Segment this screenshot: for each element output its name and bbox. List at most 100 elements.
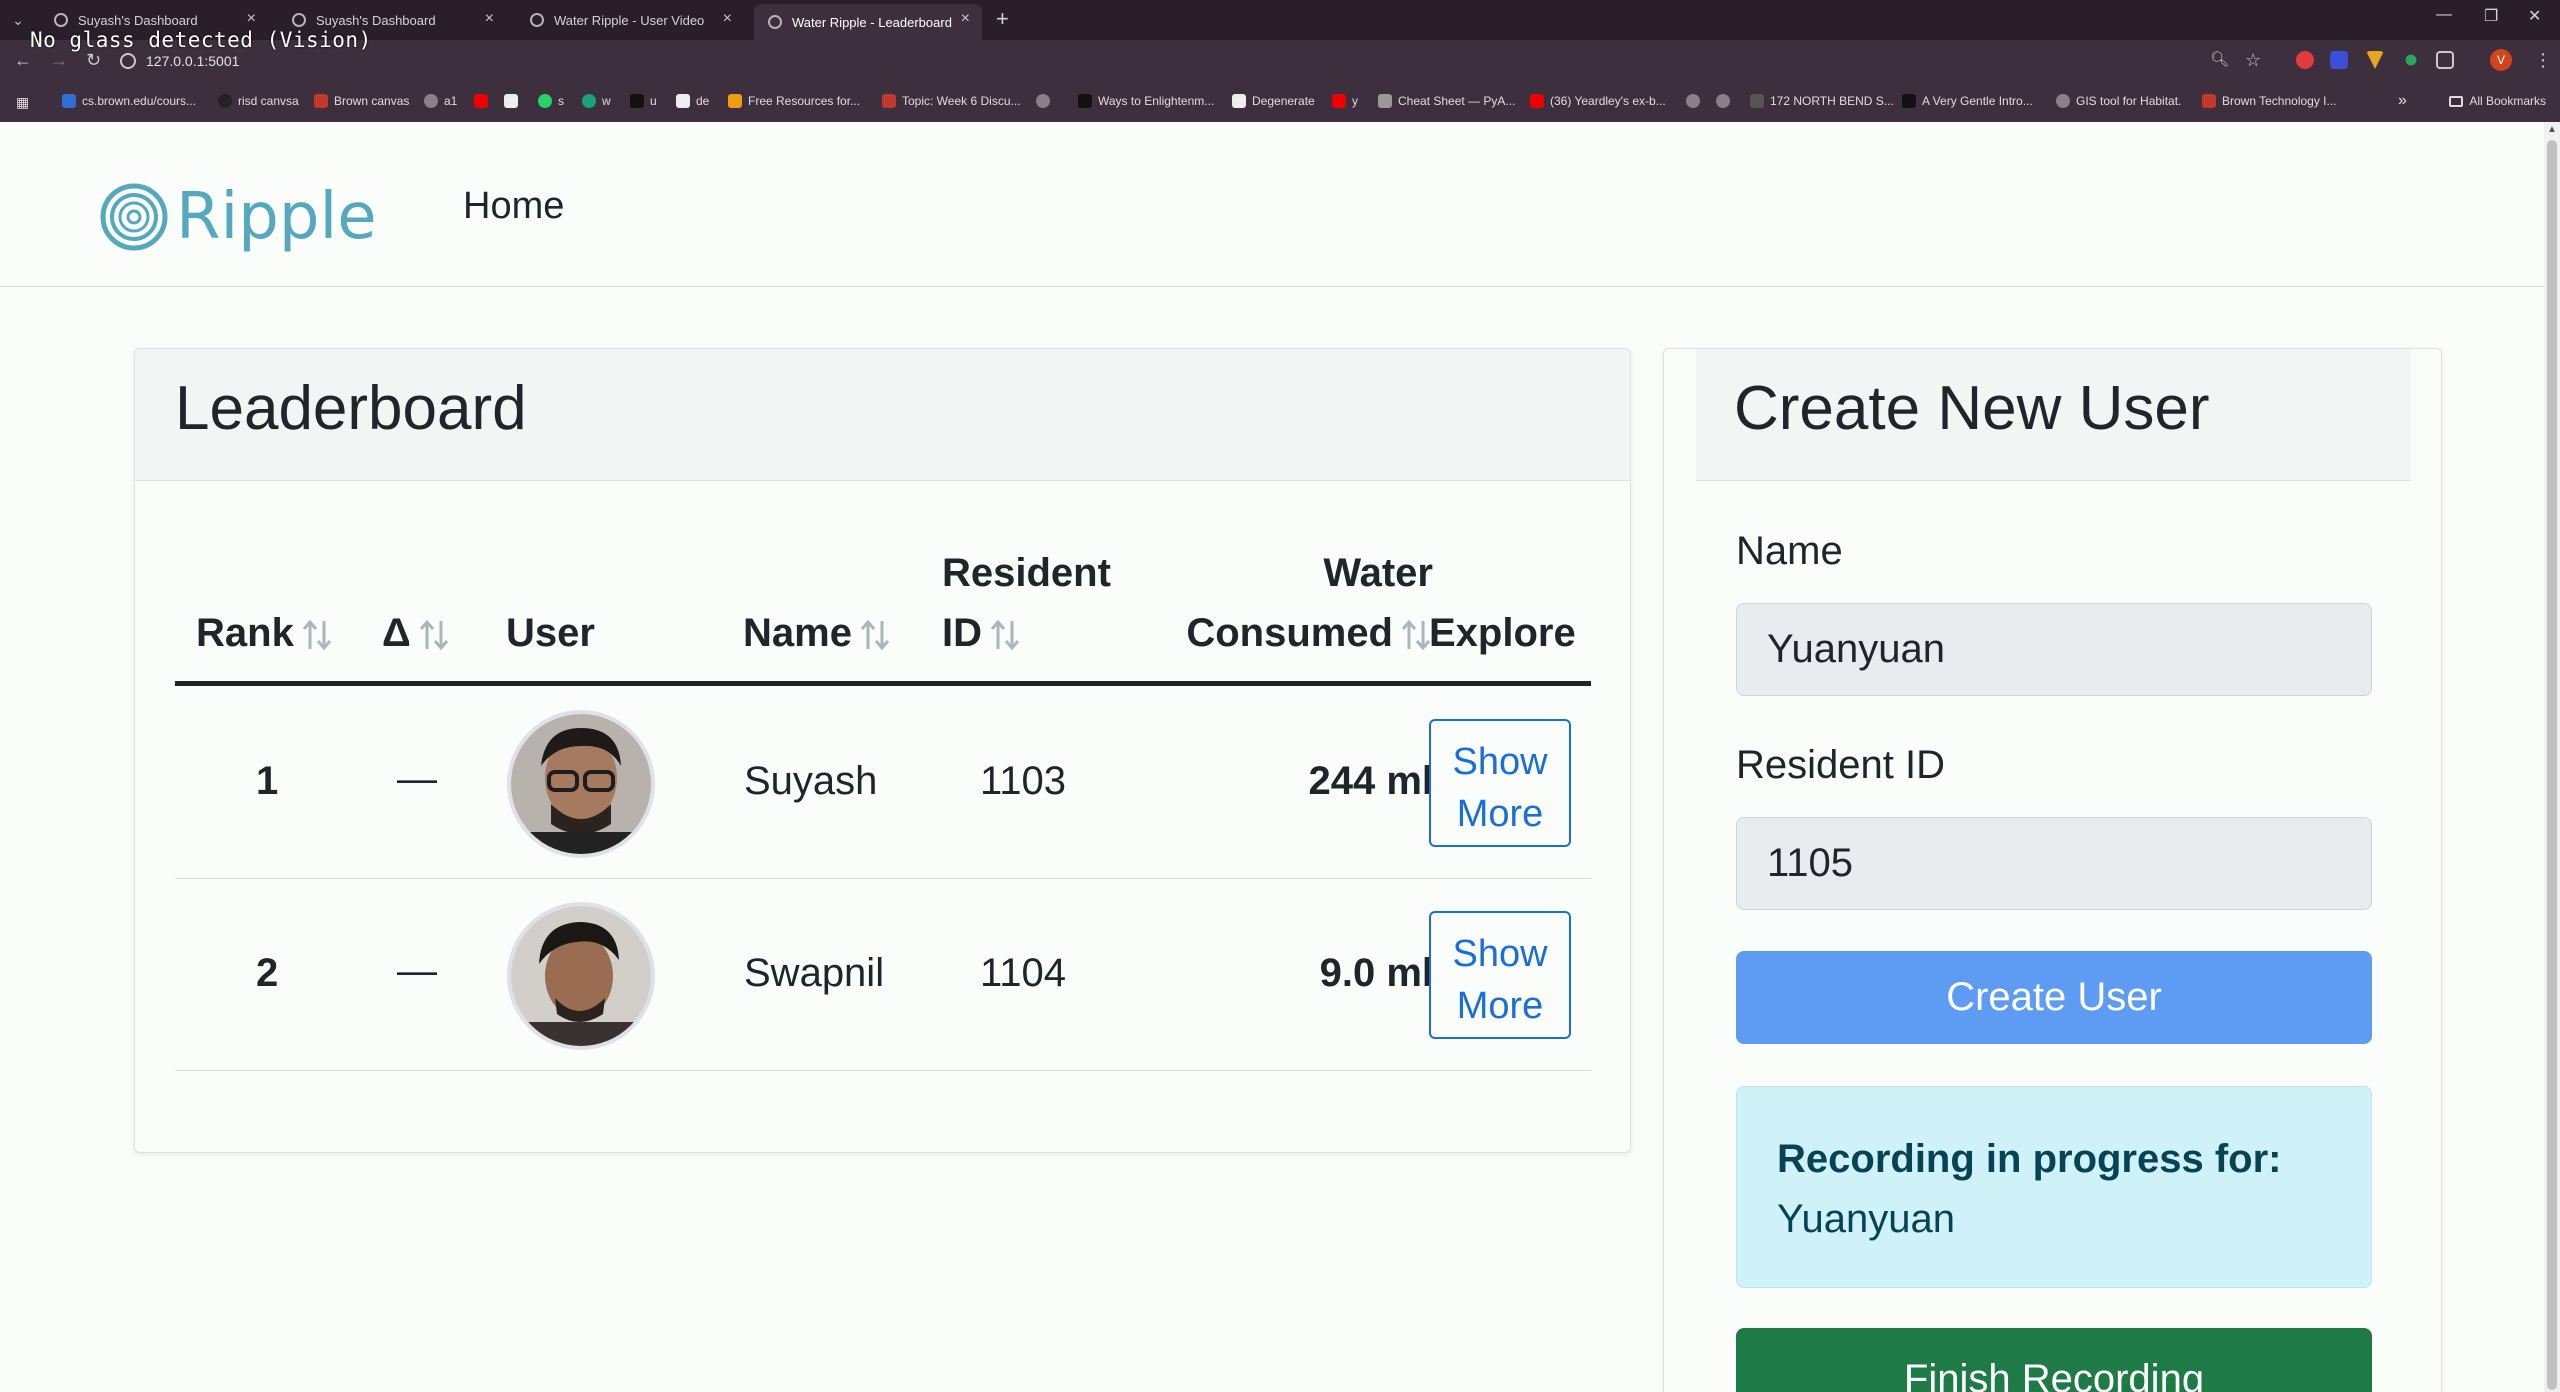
row-divider xyxy=(175,1070,1591,1071)
new-tab-button[interactable]: + xyxy=(996,6,1009,32)
name-input[interactable] xyxy=(1736,603,2372,696)
bookmark-item[interactable]: de xyxy=(676,94,709,108)
sort-icon[interactable] xyxy=(300,617,334,653)
window-close-icon[interactable]: ✕ xyxy=(2528,6,2541,26)
apps-grid-icon[interactable]: ▦ xyxy=(16,94,29,111)
show-more-button[interactable]: Show More xyxy=(1429,911,1571,1039)
recording-status-alert: Recording in progress for: Yuanyuan xyxy=(1736,1086,2372,1288)
sort-icon[interactable] xyxy=(988,617,1022,653)
tab-title: Water Ripple - User Video xyxy=(554,12,705,28)
bookmark-item[interactable]: risd canvsa xyxy=(218,94,299,108)
globe-icon xyxy=(54,13,68,27)
show-more-button[interactable]: Show More xyxy=(1429,719,1571,847)
sort-icon[interactable] xyxy=(417,617,451,653)
tab-search-icon[interactable]: ⌄ xyxy=(6,8,30,32)
create-user-button[interactable]: Create User xyxy=(1736,951,2372,1044)
bookmark-item[interactable] xyxy=(1036,94,1056,108)
avatar xyxy=(507,710,655,858)
all-bookmarks-button[interactable]: All Bookmarks xyxy=(2449,94,2546,108)
rank-cell: 1 xyxy=(256,759,279,803)
delta-cell: — xyxy=(397,757,437,801)
back-icon[interactable]: ← xyxy=(14,50,32,71)
leaderboard-title: Leaderboard xyxy=(175,374,527,443)
scroll-up-icon[interactable]: ▲ xyxy=(2547,124,2557,135)
avatar xyxy=(507,902,655,1050)
bookmark-item[interactable]: Brown canvas xyxy=(314,94,409,108)
bookmark-item[interactable]: w xyxy=(582,94,611,108)
vision-status-overlay: No glass detected (Vision) xyxy=(30,28,372,52)
column-header-name[interactable]: Name xyxy=(743,603,892,663)
bookmark-item[interactable] xyxy=(1716,94,1736,108)
name-cell: Swapnil xyxy=(744,951,885,995)
bookmarks-bar: ▦ cs.brown.edu/cours... risd canvsa Brow… xyxy=(0,84,2560,122)
browser-tab[interactable]: Water Ripple - User Video × xyxy=(516,4,744,36)
bookmark-item[interactable]: 172 NORTH BEND S... xyxy=(1750,94,1894,108)
bookmark-item[interactable]: u xyxy=(630,94,657,108)
tab-title: Suyash's Dashboard xyxy=(316,12,436,28)
bookmark-star-icon[interactable]: ☆ xyxy=(2245,50,2261,71)
bookmark-item[interactable]: cs.brown.edu/cours... xyxy=(62,94,196,108)
close-icon[interactable]: × xyxy=(723,10,732,28)
column-header-resident-id[interactable]: Resident ID xyxy=(942,543,1111,663)
profile-avatar[interactable]: V xyxy=(2490,49,2512,71)
close-icon[interactable]: × xyxy=(485,10,494,28)
restore-icon[interactable]: ❐ xyxy=(2484,6,2498,26)
create-user-title: Create New User xyxy=(1734,374,2210,443)
sort-icon[interactable] xyxy=(858,617,892,653)
resident-id-cell: 1103 xyxy=(980,759,1067,803)
bookmark-item[interactable]: (36) Yeardley's ex-b... xyxy=(1530,94,1666,108)
globe-icon xyxy=(292,13,306,27)
sort-icon[interactable] xyxy=(1399,617,1433,653)
extension-icon[interactable] xyxy=(2366,51,2384,69)
bookmark-item[interactable] xyxy=(1686,94,1706,108)
reload-icon[interactable]: ↻ xyxy=(86,50,101,71)
bookmark-item[interactable]: Degenerate xyxy=(1232,94,1315,108)
bookmark-item[interactable]: Free Resources for... xyxy=(728,94,860,108)
bookmark-item[interactable]: Cheat Sheet — PyA... xyxy=(1378,94,1515,108)
bookmark-item[interactable] xyxy=(504,94,524,108)
url-text: 127.0.0.1:5001 xyxy=(146,53,240,69)
extension-icon[interactable] xyxy=(2405,54,2417,66)
bookmark-item[interactable]: Brown Technology I... xyxy=(2202,94,2337,108)
leaderboard-card-header: Leaderboard xyxy=(135,349,1630,481)
more-menu-icon[interactable]: ⋮ xyxy=(2534,50,2552,71)
bookmark-item[interactable] xyxy=(474,94,494,108)
more-bookmarks-icon[interactable]: » xyxy=(2398,92,2407,110)
recording-status-title: Recording in progress for: xyxy=(1777,1137,2282,1181)
column-header-delta[interactable]: Δ xyxy=(382,603,451,663)
create-user-card: Create New User Name Resident ID Create … xyxy=(1663,348,2442,1392)
bookmark-item[interactable]: Topic: Week 6 Discu... xyxy=(882,94,1021,108)
bookmark-item[interactable]: A Very Gentle Intro... xyxy=(1902,94,2033,108)
nav-home-link[interactable]: Home xyxy=(463,185,564,228)
bookmark-item[interactable]: Ways to Enlightenm... xyxy=(1078,94,1214,108)
bookmark-item[interactable]: GIS tool for Habitat. xyxy=(2056,94,2181,108)
extensions-puzzle-icon[interactable] xyxy=(2436,51,2454,69)
site-navbar: Ripple Home xyxy=(0,122,2544,287)
extension-icon[interactable] xyxy=(2296,51,2314,69)
minimize-icon[interactable]: — xyxy=(2436,6,2452,24)
extension-icon[interactable] xyxy=(2330,51,2348,69)
zoom-icon[interactable]: 🔍︎ xyxy=(2210,50,2229,68)
globe-icon xyxy=(768,15,782,29)
column-header-rank[interactable]: Rank xyxy=(196,603,334,663)
page-scrollbar[interactable]: ▲ xyxy=(2544,122,2560,1392)
resident-id-label: Resident ID xyxy=(1736,743,1945,787)
close-icon[interactable]: × xyxy=(247,10,256,28)
close-icon[interactable]: × xyxy=(961,10,970,28)
recording-user-name: Yuanyuan xyxy=(1777,1197,1955,1241)
brand-link[interactable]: Ripple xyxy=(100,180,377,254)
site-info-icon[interactable] xyxy=(120,53,136,69)
bookmark-item[interactable]: a1 xyxy=(424,94,457,108)
column-header-water-consumed[interactable]: Water Consumed xyxy=(1143,543,1433,663)
bookmark-item[interactable]: s xyxy=(538,94,564,108)
forward-icon[interactable]: → xyxy=(50,50,68,71)
resident-id-input[interactable] xyxy=(1736,817,2372,910)
scrollbar-thumb[interactable] xyxy=(2547,140,2557,1390)
bookmark-item[interactable]: y xyxy=(1332,94,1358,108)
finish-recording-button[interactable]: Finish Recording xyxy=(1736,1328,2372,1392)
browser-tab-active[interactable]: Water Ripple - Leaderboard × xyxy=(754,4,982,40)
water-consumed-cell: 9.0 ml xyxy=(1319,951,1433,995)
row-divider xyxy=(175,878,1591,879)
tab-title: Water Ripple - Leaderboard xyxy=(792,14,952,30)
brand-name: Ripple xyxy=(176,180,377,254)
